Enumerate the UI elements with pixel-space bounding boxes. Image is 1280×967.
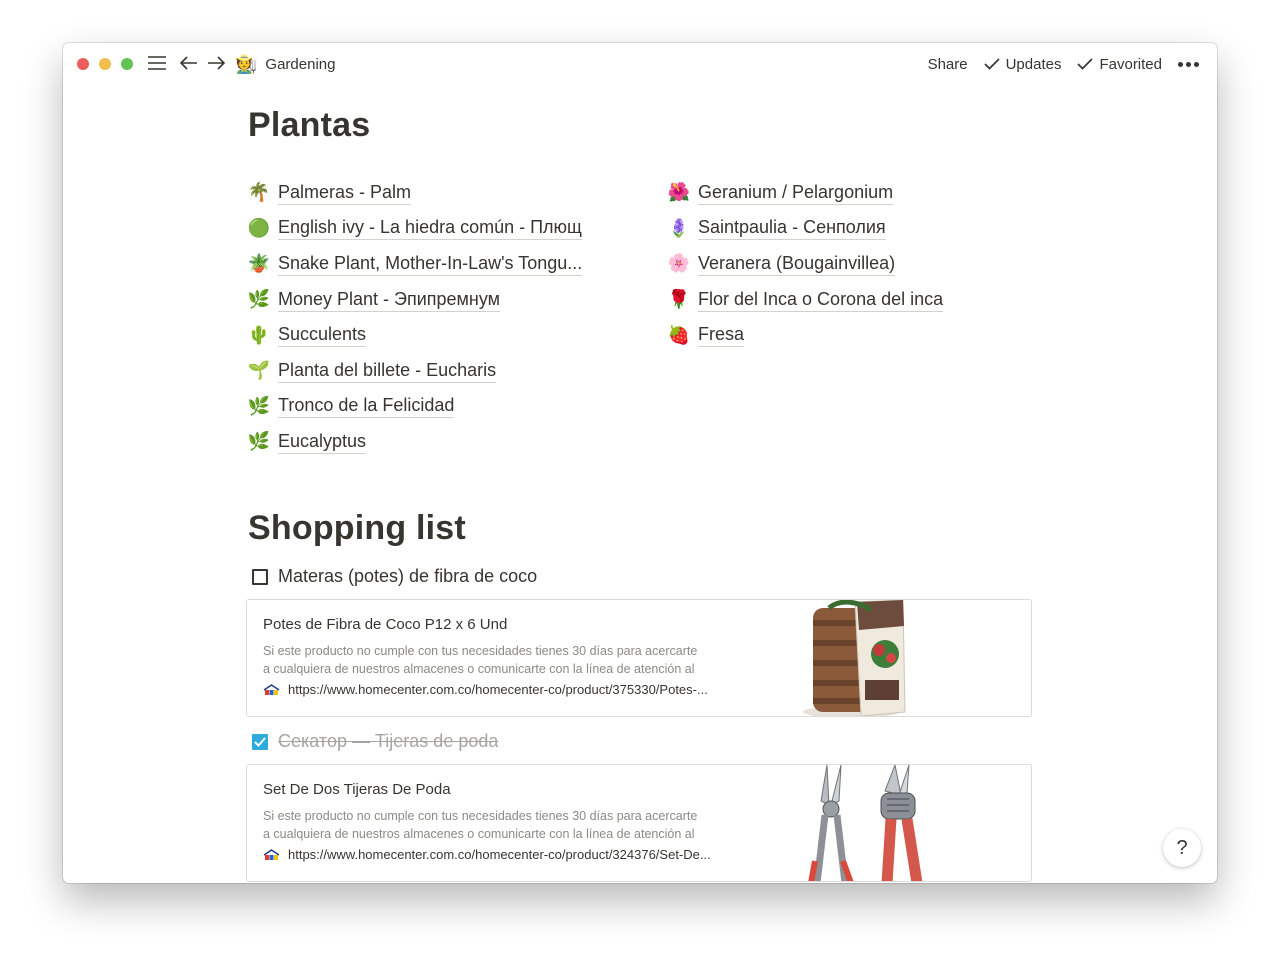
forward-arrow-icon[interactable] bbox=[205, 52, 227, 74]
updates-label: Updates bbox=[1005, 55, 1062, 73]
updates-button[interactable]: Updates bbox=[983, 55, 1062, 73]
page-link-english-ivy[interactable]: 🟢 English ivy - La hiedra común - Плющ bbox=[248, 211, 582, 247]
violet-flower-icon: 🪻 bbox=[667, 217, 691, 238]
sidebar-menu-icon[interactable] bbox=[146, 52, 168, 74]
bookmark-url-text: https://www.homecenter.com.co/homecenter… bbox=[288, 847, 711, 862]
page-link-succulents[interactable]: 🌵 Succulents bbox=[248, 317, 582, 353]
page-link-label: Geranium / Pelargonium bbox=[698, 181, 894, 205]
todo-item-materas: Materas (potes) de fibra de coco bbox=[252, 566, 537, 587]
bookmark-description-line: Si este producto no cumple con tus neces… bbox=[263, 809, 698, 823]
page-link-saintpaulia[interactable]: 🪻 Saintpaulia - Сенполия bbox=[668, 211, 943, 247]
page-link-veranera[interactable]: 🌸 Veranera (Bougainvillea) bbox=[668, 246, 943, 282]
todo-label[interactable]: Materas (potes) de fibra de coco bbox=[278, 566, 537, 587]
app-window: 🧑‍🌾 Gardening Share Updates Favorited Pl… bbox=[63, 43, 1217, 883]
page-link-label: Flor del Inca o Corona del inca bbox=[698, 288, 944, 312]
todo-label[interactable]: Секатор — Tijeras de poda bbox=[278, 731, 498, 752]
todo-item-tijeras: Секатор — Tijeras de poda bbox=[252, 731, 498, 752]
page-link-label: Veranera (Bougainvillea) bbox=[698, 252, 896, 276]
topbar-actions: Share Updates Favorited bbox=[912, 52, 1217, 76]
homecenter-favicon-icon bbox=[263, 848, 280, 860]
page-link-label: English ivy - La hiedra común - Плющ bbox=[278, 216, 582, 241]
topbar: 🧑‍🌾 Gardening Share Updates Favorited bbox=[63, 43, 1217, 85]
favorited-button[interactable]: Favorited bbox=[1077, 56, 1162, 73]
share-button[interactable]: Share bbox=[928, 56, 968, 73]
shopping-list-heading: Shopping list bbox=[248, 509, 466, 547]
more-options-icon[interactable] bbox=[1178, 61, 1199, 67]
bookmark-card-potes[interactable]: Potes de Fibra de Coco P12 x 6 Und Si es… bbox=[246, 599, 1032, 717]
bookmark-description: Si este producto no cumple con tus neces… bbox=[263, 642, 823, 678]
page-link-flor-del-inca[interactable]: 🌹 Flor del Inca o Corona del inca bbox=[667, 282, 944, 318]
bookmark-description-line: a cualquiera de nuestros almacenes o com… bbox=[263, 827, 695, 841]
bookmark-url: https://www.homecenter.com.co/homecenter… bbox=[263, 847, 823, 862]
page-link-geranium[interactable]: 🌺 Geranium / Pelargonium bbox=[668, 175, 943, 211]
bookmark-text: Set De Dos Tijeras De Poda Si este produ… bbox=[263, 781, 823, 862]
page-link-label: Money Plant - Эпипремнум bbox=[278, 288, 501, 312]
sprout-icon: 🌱 bbox=[247, 360, 271, 381]
hibiscus-icon: 🌺 bbox=[667, 182, 691, 203]
bookmark-description: Si este producto no cumple con tus neces… bbox=[263, 807, 823, 843]
page-link-label: Tronco de la Felicidad bbox=[278, 394, 455, 419]
pruning-shears-product-image bbox=[781, 765, 1031, 881]
coco-pots-product-image bbox=[781, 600, 1031, 716]
bookmark-description-line: Si este producto no cumple con tus neces… bbox=[263, 644, 698, 658]
page-link-eucharis[interactable]: 🌱 Planta del billete - Eucharis bbox=[248, 353, 582, 389]
page-link-eucalyptus[interactable]: 🌿 Eucalyptus bbox=[248, 424, 582, 460]
bookmark-title: Set De Dos Tijeras De Poda bbox=[263, 781, 451, 798]
page-link-label: Eucalyptus bbox=[278, 430, 367, 454]
page-link-label: Fresa bbox=[698, 323, 745, 348]
strawberry-icon: 🍓 bbox=[667, 324, 691, 345]
flower-icon: 🌹 bbox=[667, 289, 691, 310]
bookmark-description-line: a cualquiera de nuestros almacenes o com… bbox=[263, 662, 695, 676]
plantas-heading: Plantas bbox=[248, 106, 371, 144]
bookmark-title: Potes de Fibra de Coco P12 x 6 Und bbox=[263, 616, 508, 633]
help-label: ? bbox=[1176, 836, 1188, 859]
breadcrumb[interactable]: 🧑‍🌾 Gardening bbox=[235, 52, 335, 76]
page-link-label: Succulents bbox=[278, 323, 367, 348]
homecenter-favicon-icon bbox=[263, 683, 280, 695]
bookmark-url: https://www.homecenter.com.co/homecenter… bbox=[263, 682, 823, 697]
page-link-label: Saintpaulia - Сенполия bbox=[698, 216, 886, 241]
plantas-right-column: 🌺 Geranium / Pelargonium 🪻 Saintpaulia - С… bbox=[667, 175, 944, 353]
todo-checkbox[interactable] bbox=[252, 568, 268, 585]
bookmark-url-text: https://www.homecenter.com.co/homecenter… bbox=[288, 682, 708, 697]
zoom-window-button[interactable] bbox=[121, 58, 133, 70]
check-icon bbox=[1077, 58, 1094, 70]
herb-icon: 🌿 bbox=[247, 289, 271, 310]
back-arrow-icon[interactable] bbox=[178, 52, 200, 74]
snake-plant-icon: 🪴 bbox=[247, 253, 271, 274]
share-label: Share bbox=[927, 55, 968, 73]
page-link-palmeras[interactable]: 🌴 Palmeras - Palm bbox=[248, 175, 582, 211]
minimize-window-button[interactable] bbox=[99, 58, 111, 70]
page-link-snake-plant[interactable]: 🪴 Snake Plant, Mother-In-Law's Tongu... bbox=[247, 246, 583, 282]
ivy-icon: 🟢 bbox=[247, 217, 271, 238]
favorited-label: Favorited bbox=[1099, 55, 1162, 73]
farmer-icon: 🧑‍🌾 bbox=[235, 53, 258, 74]
palm-tree-icon: 🌴 bbox=[247, 182, 271, 203]
page-link-money-plant[interactable]: 🌿 Money Plant - Эпипремнум bbox=[248, 282, 582, 318]
herb-icon: 🌿 bbox=[247, 395, 271, 416]
page-link-label: Palmeras - Palm bbox=[278, 181, 412, 205]
check-icon bbox=[254, 736, 266, 747]
help-button[interactable]: ? bbox=[1163, 829, 1201, 867]
page-link-label: Snake Plant, Mother-In-Law's Tongu... bbox=[278, 252, 583, 276]
close-window-button[interactable] bbox=[77, 58, 89, 70]
succulent-icon: 🌵 bbox=[247, 324, 271, 345]
blossom-icon: 🌸 bbox=[667, 253, 691, 274]
bookmark-card-tijeras[interactable]: Set De Dos Tijeras De Poda Si este produ… bbox=[246, 764, 1032, 882]
breadcrumb-title: Gardening bbox=[265, 55, 336, 73]
todo-checkbox-checked[interactable] bbox=[252, 733, 268, 750]
herb-icon: 🌿 bbox=[247, 431, 271, 452]
check-icon bbox=[983, 58, 1000, 70]
plantas-left-column: 🌴 Palmeras - Palm 🟢 English ivy - La hiedr… bbox=[247, 175, 583, 460]
bookmark-text: Potes de Fibra de Coco P12 x 6 Und Si es… bbox=[263, 616, 823, 697]
page-link-tronco-felicidad[interactable]: 🌿 Tronco de la Felicidad bbox=[248, 389, 582, 425]
page-link-fresa[interactable]: 🍓 Fresa bbox=[668, 317, 943, 353]
page-link-label: Planta del billete - Eucharis bbox=[278, 359, 497, 383]
